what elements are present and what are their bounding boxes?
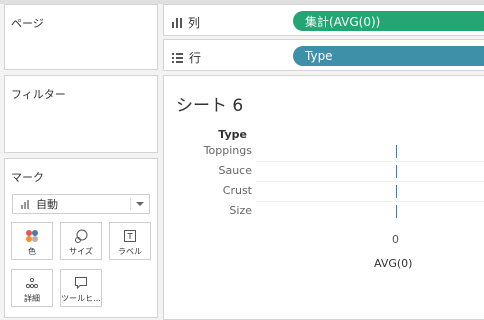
rows-icon bbox=[172, 52, 183, 63]
row-band bbox=[256, 181, 484, 201]
sheet-view: シート 6 Type Toppings Sauce Crust Size 0 AVG(… bbox=[163, 75, 484, 320]
row-header: Type bbox=[218, 128, 247, 141]
chevron-down-icon bbox=[136, 202, 144, 206]
label-button-label: ラベル bbox=[118, 247, 142, 256]
rows-label: 行 bbox=[189, 51, 202, 65]
tooltip-button-label: ツールヒ... bbox=[61, 294, 101, 303]
columns-label: 列 bbox=[188, 16, 201, 30]
marks-card: マーク 自動 色 サイズ ラベル 詳細 ツールヒ... bbox=[4, 158, 158, 318]
filters-card[interactable]: フィルター bbox=[4, 75, 158, 153]
size-button[interactable]: サイズ bbox=[60, 222, 102, 260]
pages-title: ページ bbox=[11, 17, 44, 30]
rows-shelf[interactable]: 行 Type bbox=[163, 39, 484, 71]
detail-button-label: 詳細 bbox=[24, 294, 40, 303]
size-icon bbox=[61, 229, 101, 243]
category-label: Size bbox=[229, 204, 252, 217]
detail-icon bbox=[12, 276, 52, 290]
text-label-icon bbox=[110, 229, 150, 243]
filters-title: フィルター bbox=[11, 88, 66, 101]
row-band bbox=[256, 141, 484, 161]
dropdown-arrow-divider bbox=[130, 198, 131, 210]
bar-mark[interactable] bbox=[396, 145, 397, 158]
color-button-label: 色 bbox=[28, 247, 36, 256]
mark-type-label: 自動 bbox=[36, 198, 58, 211]
marks-title: マーク bbox=[11, 171, 44, 184]
columns-icon bbox=[172, 17, 182, 28]
label-button[interactable]: ラベル bbox=[109, 222, 151, 260]
bar-chart-icon bbox=[21, 199, 29, 209]
tooltip-icon bbox=[61, 276, 101, 290]
detail-button[interactable]: 詳細 bbox=[11, 269, 53, 307]
tooltip-button[interactable]: ツールヒ... bbox=[60, 269, 102, 307]
category-label: Crust bbox=[222, 184, 252, 197]
sheet-title: シート 6 bbox=[176, 96, 244, 116]
category-label: Toppings bbox=[203, 144, 252, 157]
row-band bbox=[256, 201, 484, 221]
x-axis-tick-label: 0 bbox=[392, 233, 399, 246]
color-button[interactable]: 色 bbox=[11, 222, 53, 260]
size-button-label: サイズ bbox=[69, 247, 93, 256]
columns-shelf[interactable]: 列 集計(AVG(0)) bbox=[163, 4, 484, 36]
columns-pill[interactable]: 集計(AVG(0)) bbox=[293, 11, 484, 31]
bar-mark[interactable] bbox=[396, 185, 397, 198]
bar-mark[interactable] bbox=[396, 205, 397, 218]
mark-type-dropdown[interactable]: 自動 bbox=[12, 194, 150, 214]
x-axis-title: AVG(0) bbox=[374, 257, 413, 270]
row-band bbox=[256, 161, 484, 181]
rows-pill[interactable]: Type bbox=[293, 46, 484, 66]
pages-card[interactable]: ページ bbox=[4, 4, 158, 70]
category-label: Sauce bbox=[218, 164, 252, 177]
color-icon bbox=[12, 229, 52, 243]
bar-mark[interactable] bbox=[396, 165, 397, 178]
